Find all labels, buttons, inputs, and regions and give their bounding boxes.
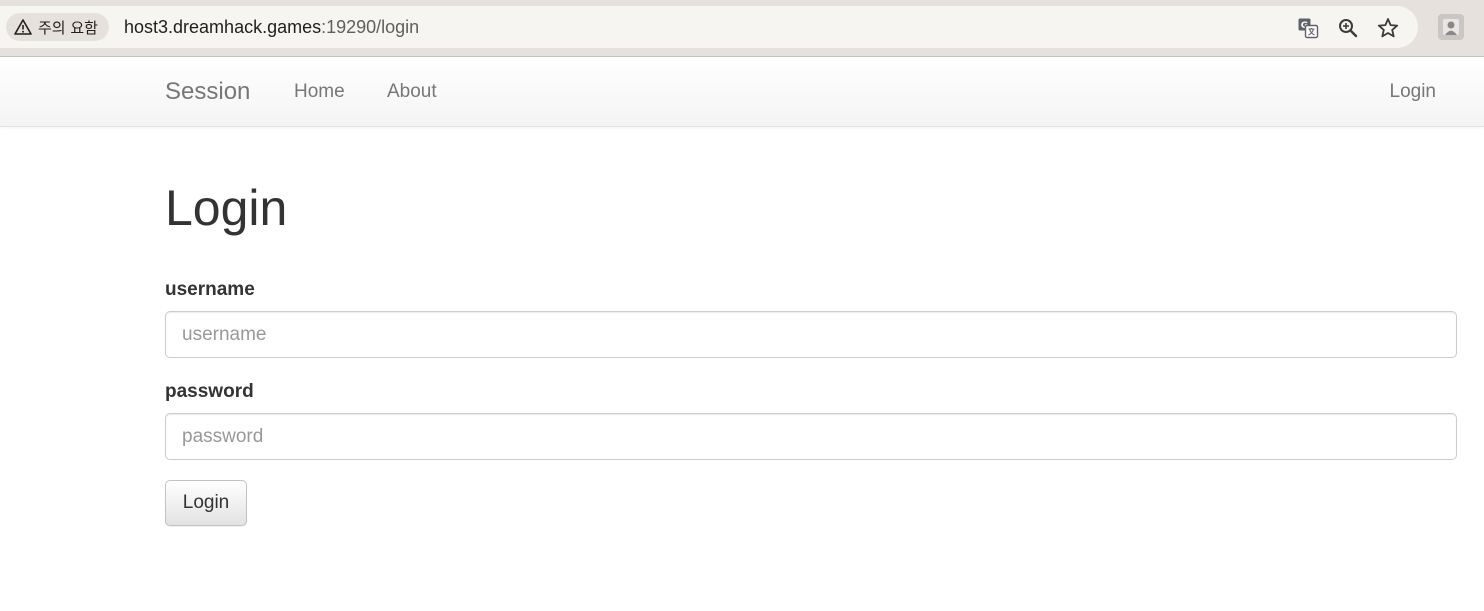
security-warning-text: 주의 요함 bbox=[38, 18, 98, 37]
page-title: Login bbox=[165, 180, 288, 236]
nav-link-home[interactable]: Home bbox=[294, 81, 345, 103]
site-navbar: Session Home About Login bbox=[0, 57, 1484, 127]
address-bar[interactable]: 주의 요함 host3.dreamhack.games:19290/login … bbox=[0, 6, 1418, 48]
browser-toolbar: 주의 요함 host3.dreamhack.games:19290/login … bbox=[0, 0, 1484, 57]
url-host: host3.dreamhack.games bbox=[124, 17, 322, 37]
url-text[interactable]: host3.dreamhack.games:19290/login bbox=[124, 17, 419, 37]
profile-avatar-icon[interactable] bbox=[1438, 14, 1464, 40]
nav-link-about[interactable]: About bbox=[387, 81, 437, 103]
password-input[interactable] bbox=[165, 413, 1457, 460]
security-warning-chip[interactable]: 주의 요함 bbox=[6, 13, 109, 41]
translate-icon[interactable]: G bbox=[1296, 16, 1320, 40]
username-input[interactable] bbox=[165, 311, 1457, 358]
zoom-icon[interactable] bbox=[1336, 16, 1360, 40]
warning-triangle-icon bbox=[14, 19, 32, 35]
login-submit-button[interactable]: Login bbox=[165, 480, 247, 526]
url-port-path: :19290/login bbox=[321, 17, 420, 37]
username-label: username bbox=[165, 279, 255, 300]
bookmark-star-icon[interactable] bbox=[1376, 16, 1400, 40]
nav-link-login[interactable]: Login bbox=[1390, 81, 1437, 103]
password-label: password bbox=[165, 381, 254, 402]
navbar-brand[interactable]: Session bbox=[165, 78, 250, 106]
